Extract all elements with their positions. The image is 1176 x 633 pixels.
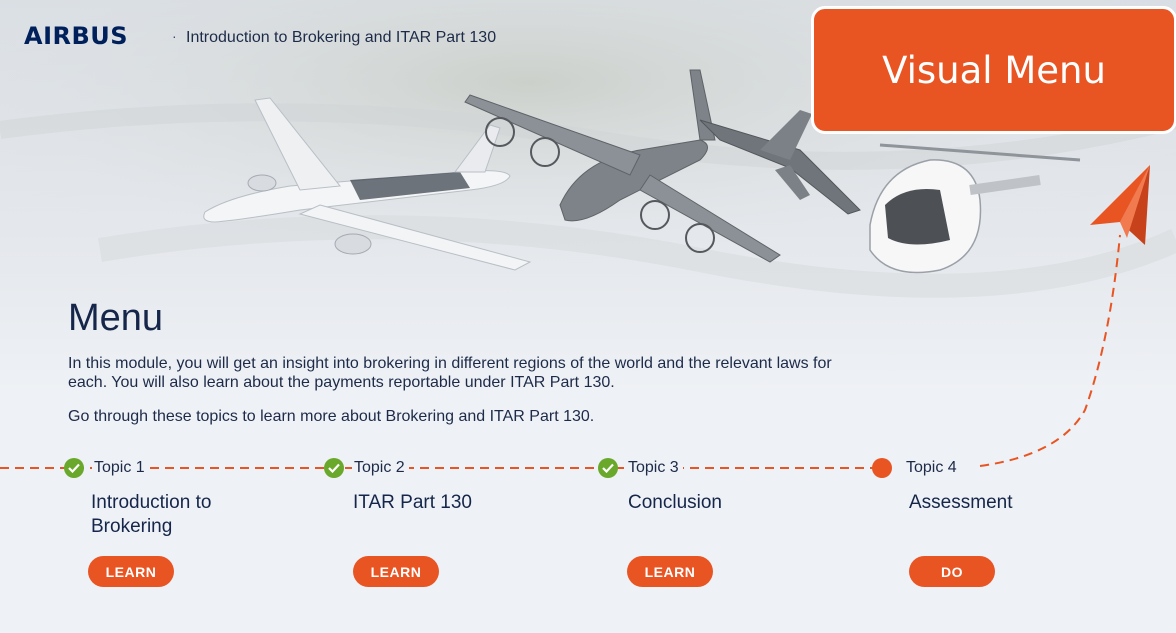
topic-2-title: ITAR Part 130 — [353, 492, 472, 513]
topic-3-learn-button[interactable]: LEARN — [627, 556, 713, 587]
topic-label: Topic 4 — [904, 459, 961, 477]
topic-label: Topic 2 — [352, 459, 409, 477]
topic-4-title: Assessment — [909, 492, 1013, 513]
topic-3-title: Conclusion — [628, 492, 722, 513]
topic-label: Topic 3 — [626, 459, 683, 477]
topic-2-learn-button[interactable]: LEARN — [353, 556, 439, 587]
topic-1-title: Introduction to Brokering — [91, 492, 212, 537]
check-icon — [324, 458, 344, 478]
topic-4-do-button[interactable]: DO — [909, 556, 995, 587]
path-dashed-curve — [979, 234, 1121, 467]
topic-label: Topic 1 — [92, 459, 149, 477]
topic-1-learn-button[interactable]: LEARN — [88, 556, 174, 587]
paper-plane-icon — [1090, 165, 1150, 245]
topic-2-header: Topic 2 — [324, 456, 409, 480]
check-icon — [598, 458, 618, 478]
topic-4-header: Topic 4 — [872, 456, 961, 480]
topic-1-header: Topic 1 — [64, 456, 149, 480]
check-icon — [64, 458, 84, 478]
dot-icon — [872, 458, 892, 478]
topic-3-header: Topic 3 — [598, 456, 683, 480]
